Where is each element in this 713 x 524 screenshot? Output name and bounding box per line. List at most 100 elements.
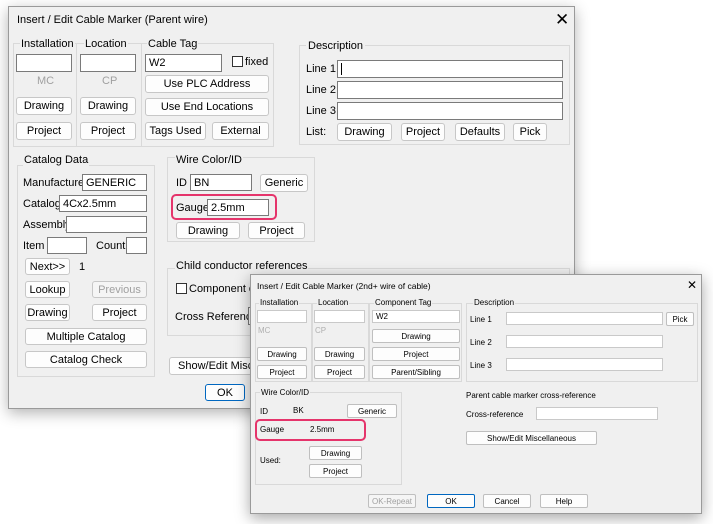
location-ghost: CP bbox=[102, 75, 118, 87]
description-label: Description bbox=[306, 39, 366, 53]
ok-repeat-button[interactable]: OK-Repeat bbox=[368, 494, 416, 508]
next-button[interactable]: Next>> bbox=[25, 258, 70, 275]
lookup-button[interactable]: Lookup bbox=[25, 281, 70, 298]
location-drawing-button[interactable]: Drawing bbox=[80, 97, 136, 115]
child-cable-marker-dialog: Insert / Edit Cable Marker (2nd+ wire of… bbox=[250, 274, 702, 514]
count-input[interactable] bbox=[126, 237, 147, 254]
installation-label: Installation bbox=[259, 298, 300, 308]
installation-drawing-button[interactable]: Drawing bbox=[16, 97, 72, 115]
multiple-catalog-button[interactable]: Multiple Catalog bbox=[25, 328, 147, 345]
catalog-data-label: Catalog Data bbox=[23, 153, 90, 167]
close-icon[interactable]: ✕ bbox=[687, 278, 697, 292]
location-label: Location bbox=[317, 298, 350, 308]
installation-project-button[interactable]: Project bbox=[16, 122, 72, 140]
close-icon[interactable]: ✕ bbox=[555, 11, 569, 28]
installation-ghost: MC bbox=[258, 326, 271, 335]
cross-reference-label: Cross-reference bbox=[466, 410, 524, 419]
fixed-label: fixed bbox=[245, 56, 269, 68]
installation-input[interactable] bbox=[257, 310, 307, 323]
parent-xref-label: Parent cable marker cross-reference bbox=[466, 391, 596, 400]
gauge-highlight bbox=[171, 194, 277, 220]
location-project-button[interactable]: Project bbox=[314, 365, 365, 379]
wire-color-label: Wire Color/ID bbox=[175, 153, 244, 167]
wire-project-button[interactable]: Project bbox=[248, 222, 305, 239]
description-pick-button[interactable]: Pick bbox=[513, 123, 547, 141]
assembly-input[interactable] bbox=[66, 216, 147, 233]
description-defaults-button[interactable]: Defaults bbox=[455, 123, 505, 141]
installation-drawing-button[interactable]: Drawing bbox=[257, 347, 307, 361]
parent-sibling-button[interactable]: Parent/Sibling bbox=[372, 365, 460, 379]
show-edit-miscellaneous-button[interactable]: Show/Edit Miscella bbox=[169, 357, 257, 375]
line2-label: Line 2 bbox=[470, 338, 492, 347]
dialog-title: Insert / Edit Cable Marker (2nd+ wire of… bbox=[257, 281, 431, 291]
fixed-checkbox[interactable] bbox=[232, 56, 243, 67]
use-plc-address-button[interactable]: Use PLC Address bbox=[145, 75, 269, 93]
component-tag-input[interactable]: W2 bbox=[372, 310, 460, 323]
item-label: Item bbox=[23, 240, 45, 252]
cross-reference-label: Cross Reference bbox=[175, 311, 258, 323]
previous-button[interactable]: Previous bbox=[92, 281, 147, 298]
installation-input[interactable] bbox=[16, 54, 72, 72]
wire-generic-button[interactable]: Generic bbox=[260, 174, 308, 192]
line3-label: Line 3 bbox=[470, 361, 492, 370]
location-project-button[interactable]: Project bbox=[80, 122, 136, 140]
tags-used-button[interactable]: Tags Used bbox=[145, 122, 206, 140]
installation-ghost: MC bbox=[37, 75, 55, 87]
wire-generic-button[interactable]: Generic bbox=[347, 404, 397, 418]
line1-label: Line 1 bbox=[470, 315, 492, 324]
location-ghost: CP bbox=[315, 326, 327, 335]
component-override-checkbox[interactable] bbox=[176, 283, 187, 294]
next-number: 1 bbox=[79, 261, 86, 273]
count-label: Count bbox=[96, 240, 126, 252]
line3-label: Line 3 bbox=[306, 105, 336, 117]
wire-id-input[interactable]: BK bbox=[289, 404, 343, 417]
assembly-label: Assembly bbox=[23, 219, 71, 231]
location-input[interactable] bbox=[314, 310, 365, 323]
catalog-check-button[interactable]: Catalog Check bbox=[25, 351, 147, 368]
line1-input[interactable] bbox=[337, 60, 563, 78]
catalog-input[interactable]: 4Cx2.5mm bbox=[59, 195, 147, 212]
ok-button[interactable]: OK bbox=[427, 494, 475, 508]
component-tag-drawing-button[interactable]: Drawing bbox=[372, 329, 460, 343]
used-label: Used: bbox=[260, 456, 281, 465]
wire-project-button[interactable]: Project bbox=[309, 464, 362, 478]
catalog-drawing-button[interactable]: Drawing bbox=[25, 304, 70, 321]
wire-id-label: ID bbox=[176, 177, 187, 189]
installation-project-button[interactable]: Project bbox=[257, 365, 307, 379]
ok-button[interactable]: OK bbox=[205, 384, 245, 401]
show-edit-miscellaneous-button[interactable]: Show/Edit Miscellaneous bbox=[466, 431, 597, 445]
component-tag-label: Component Tag bbox=[374, 298, 433, 308]
cancel-button[interactable]: Cancel bbox=[483, 494, 531, 508]
cable-tag-input[interactable]: W2 bbox=[145, 54, 222, 72]
description-pick-button[interactable]: Pick bbox=[666, 312, 694, 326]
catalog-project-button[interactable]: Project bbox=[92, 304, 147, 321]
location-input[interactable] bbox=[80, 54, 136, 72]
manufacturer-input[interactable]: GENERIC bbox=[82, 174, 147, 191]
wire-drawing-button[interactable]: Drawing bbox=[176, 222, 240, 239]
installation-label: Installation bbox=[20, 37, 75, 51]
help-button[interactable]: Help bbox=[540, 494, 588, 508]
use-end-locations-button[interactable]: Use End Locations bbox=[145, 98, 269, 116]
wire-color-label: Wire Color/ID bbox=[260, 388, 311, 398]
line1-input[interactable] bbox=[506, 312, 663, 325]
wire-id-label: ID bbox=[260, 407, 268, 416]
line2-label: Line 2 bbox=[306, 84, 336, 96]
line3-input[interactable] bbox=[506, 358, 663, 371]
line2-input[interactable] bbox=[337, 81, 563, 99]
description-project-button[interactable]: Project bbox=[401, 123, 445, 141]
cable-tag-label: Cable Tag bbox=[147, 37, 199, 51]
cross-reference-input[interactable] bbox=[536, 407, 658, 420]
line2-input[interactable] bbox=[506, 335, 663, 348]
component-tag-project-button[interactable]: Project bbox=[372, 347, 460, 361]
external-button[interactable]: External bbox=[212, 122, 269, 140]
list-label: List: bbox=[306, 126, 327, 138]
wire-id-input[interactable]: BN bbox=[190, 174, 252, 191]
line3-input[interactable] bbox=[337, 102, 563, 120]
manufacturer-label: Manufacturer bbox=[23, 177, 88, 189]
wire-drawing-button[interactable]: Drawing bbox=[309, 446, 362, 460]
catalog-label: Catalog bbox=[23, 198, 61, 210]
description-drawing-button[interactable]: Drawing bbox=[337, 123, 392, 141]
line1-label: Line 1 bbox=[306, 63, 336, 75]
item-input[interactable] bbox=[47, 237, 87, 254]
location-drawing-button[interactable]: Drawing bbox=[314, 347, 365, 361]
